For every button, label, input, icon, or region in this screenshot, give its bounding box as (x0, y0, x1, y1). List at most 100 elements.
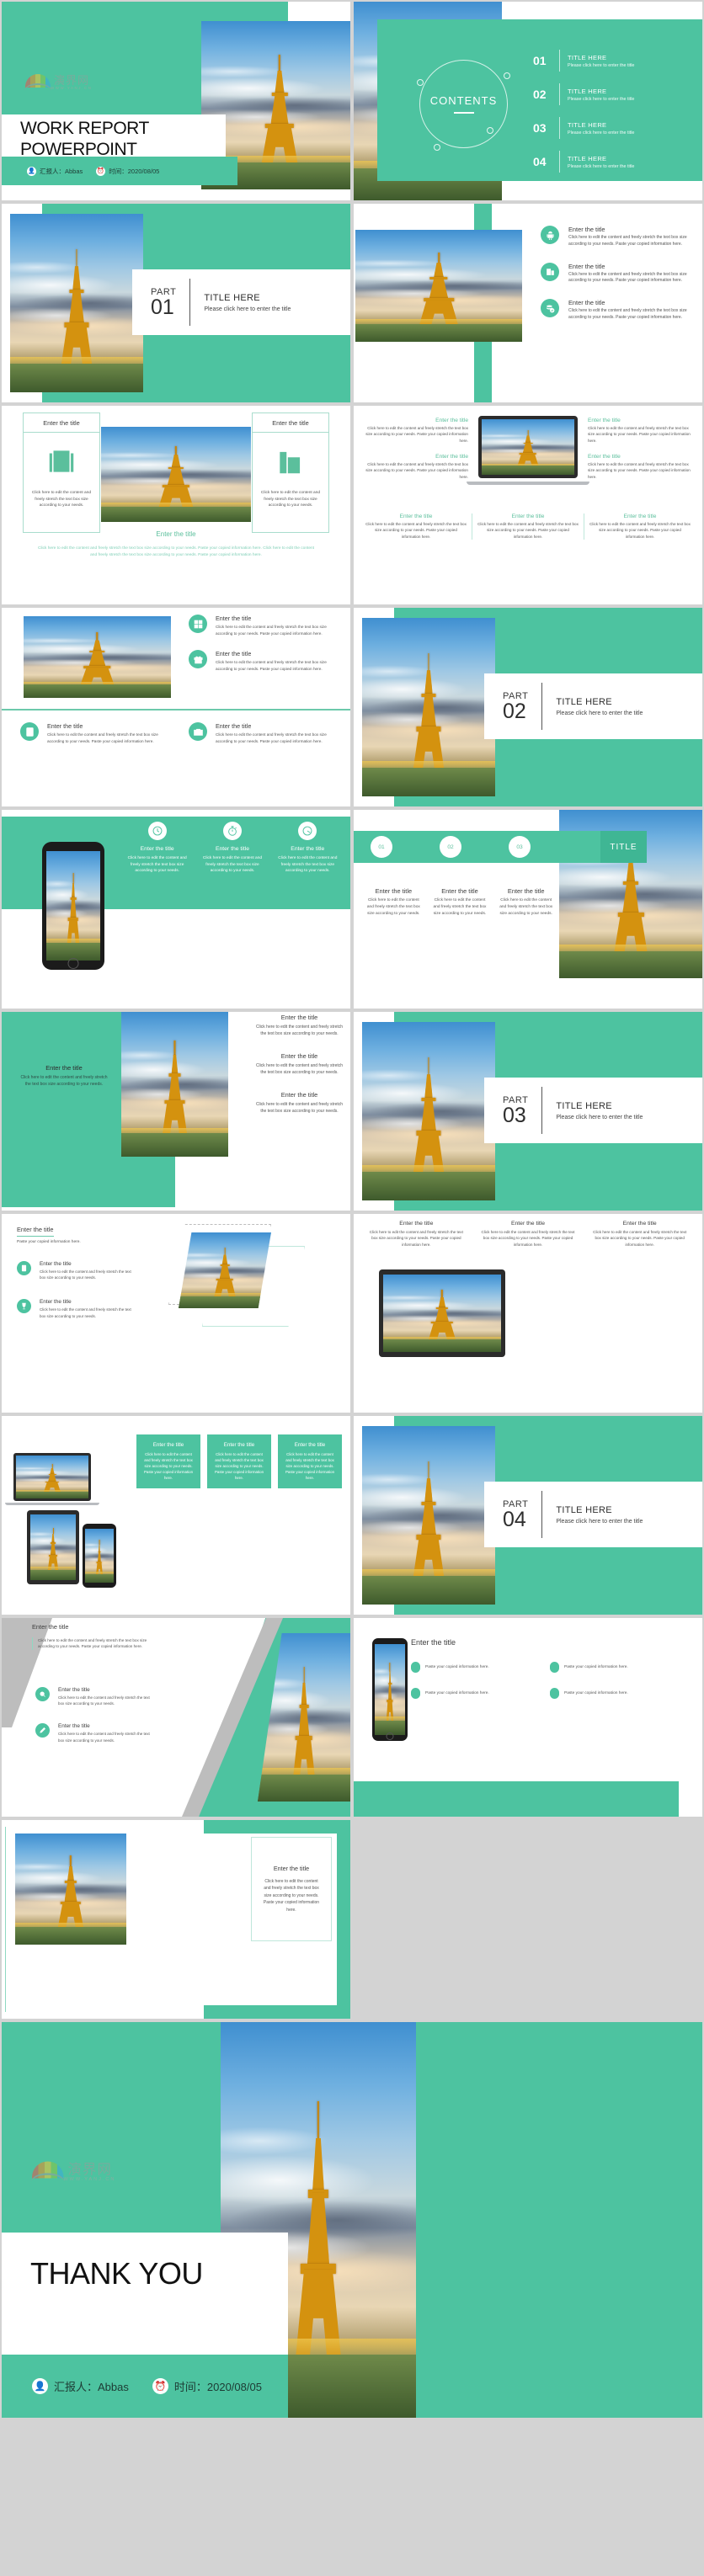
feature-row[interactable]: Enter the title Click here to edit the co… (17, 1299, 135, 1318)
text-block[interactable]: Enter the title Click here to edit the co… (584, 514, 696, 540)
list-item[interactable]: 03 TITLE HERE Please click here to enter… (533, 117, 694, 139)
part-title: TITLE HERE (556, 1504, 612, 1515)
feature-row[interactable]: Enter the title Click here to edit the co… (35, 1687, 153, 1706)
bullet-item[interactable]: Paste your copied information here. (550, 1688, 685, 1699)
slide-deck-preview: 演界网 WWW.YANJ.CN WORK REPORT POWERPOINT 👤 … (0, 0, 704, 2419)
feature-column[interactable]: Enter the title Click here to edit the c… (195, 822, 269, 875)
green-card[interactable]: Enter the title Click here to edit the co… (278, 1434, 342, 1489)
slide-laptop-text-grid[interactable]: Enter the title Click here to edit the co… (354, 406, 702, 604)
feature-column[interactable]: Enter the title Click here to edit the c… (120, 822, 195, 875)
text-block[interactable]: Enter the title Click here to edit the co… (588, 418, 696, 444)
slide-image-three-features[interactable]: Enter the title Click here to edit the c… (354, 204, 702, 402)
slide-phone-bullets[interactable]: Enter the title Paste your copied inform… (354, 1618, 702, 1817)
list-item[interactable]: 02 TITLE HERE Please click here to enter… (533, 83, 694, 105)
step-dot[interactable]: 01 (371, 836, 392, 858)
bullet-item[interactable]: Paste your copied information here. (411, 1688, 547, 1699)
slide-diagonal-image-features[interactable]: Enter the title Click here to edit the c… (2, 1618, 350, 1817)
stopwatch-icon (222, 822, 242, 840)
block-title: Enter the title (435, 418, 468, 423)
block-title: Enter the title (280, 1014, 318, 1021)
logo-url: WWW.YANJ.CN (63, 2176, 116, 2182)
slide-contents[interactable]: CONTENTS 01 TITLE HERE Please click here… (354, 2, 702, 200)
text-block[interactable]: Enter the title Click here to edit the co… (255, 1091, 344, 1115)
feature-row[interactable]: Enter the title Click here to edit the co… (189, 615, 340, 636)
slide-part-04[interactable]: PART 04 TITLE HERE Please click here to … (354, 1416, 702, 1615)
slide-photo-side-card[interactable]: Enter the title Click here to edit the c… (2, 1820, 350, 2019)
feature-card[interactable]: Enter the title Click here to edit the c… (23, 412, 100, 533)
slide-phone-three-columns[interactable]: Enter the title Click here to edit the c… (2, 810, 350, 1009)
slide-devices-green-cards[interactable]: Enter the title Click here to edit the co… (2, 1416, 350, 1615)
slide-two-cards-image[interactable]: Enter the title Click here to edit the c… (2, 406, 350, 604)
slide-part-01[interactable]: PART 01 TITLE HERE Please click here to … (2, 204, 350, 402)
slide-numbered-steps[interactable]: TITLE 01 02 03 Enter the title Click here… (354, 810, 702, 1009)
feature-card[interactable]: Enter the title Click here to edit the c… (252, 412, 329, 533)
text-block[interactable]: Enter the title Click here to edit the co… (255, 1014, 344, 1037)
text-block[interactable]: Enter the title Click here to edit the co… (588, 454, 696, 480)
item-desc: Please click here to enter the title (568, 130, 635, 136)
feature-row[interactable]: Enter the title Click here to edit the co… (189, 650, 340, 672)
text-block[interactable]: Enter the title Click here to edit the co… (472, 1221, 584, 1248)
text-block[interactable]: Enter the title Click here to edit the co… (472, 514, 584, 540)
column-title: Enter the title (215, 846, 250, 852)
text-block[interactable]: Enter the title Click here to edit the co… (360, 418, 468, 444)
phone-mockup (83, 1524, 116, 1588)
list-item[interactable]: 04 TITLE HERE Please click here to enter… (533, 151, 694, 173)
text-block[interactable]: Enter the title Click here to edit the co… (255, 1052, 344, 1076)
feature-row[interactable]: Enter the title Click here to edit the co… (189, 722, 340, 744)
step-column[interactable]: Enter the title Click here to edit the co… (360, 887, 427, 918)
slide-three-columns-tablet[interactable]: Enter the title Click here to edit the co… (354, 1214, 702, 1413)
green-card[interactable]: Enter the title Click here to edit the co… (207, 1434, 271, 1489)
slide-heading: Enter the title Click here to edit the c… (32, 1623, 158, 1650)
block-title: Enter the title (399, 1221, 434, 1227)
clock-icon: ⏰ (96, 166, 106, 176)
brand-logo: 演界网 WWW.YANJ.CN (24, 74, 92, 91)
logo-text: 演界网 (67, 2161, 113, 2178)
slide-image-four-features[interactable]: Enter the title Click here to edit the co… (2, 608, 350, 806)
part-card: PART 01 TITLE HERE Please click here to … (132, 269, 350, 335)
part-number: 02 (503, 699, 526, 723)
left-text-block[interactable]: Enter the title Click here to edit the c… (19, 1064, 109, 1088)
part-number: 03 (503, 1103, 526, 1127)
presenter-meta: 👤 汇报人：Abbas (27, 166, 83, 176)
list-item[interactable]: 01 TITLE HERE Please click here to enter… (533, 50, 694, 72)
green-card[interactable]: Enter the title Click here to edit the co… (136, 1434, 200, 1489)
step-columns: Enter the title Click here to edit the co… (360, 887, 559, 918)
step-column[interactable]: Enter the title Click here to edit the co… (493, 887, 559, 918)
bullet-item[interactable]: Paste your copied information here. (550, 1662, 685, 1673)
feature-row[interactable]: Enter the title Click here to edit the co… (35, 1723, 153, 1743)
feature-row[interactable]: Enter the title Click here to edit the co… (20, 722, 172, 744)
slide-cover[interactable]: 演界网 WWW.YANJ.CN WORK REPORT POWERPOINT 👤 … (2, 2, 350, 200)
step-column[interactable]: Enter the title Click here to edit the co… (427, 887, 493, 918)
side-text-card[interactable]: Enter the title Click here to edit the c… (251, 1837, 332, 1941)
vertical-accent-line (5, 1827, 6, 2012)
cover-info-bar: 👤 汇报人：Abbas ⏰ 时间：2020/08/05 (2, 157, 237, 185)
step-dots: 01 02 03 (371, 836, 531, 858)
slide-thank-you[interactable]: 演界网 WWW.YANJ.CN THANK YOU 👤 汇报人：Abbas ⏰ … (2, 2022, 702, 2418)
feature-row[interactable]: Enter the title Click here to edit the c… (541, 262, 694, 285)
bullet-text: Paste your copied information here. (425, 1665, 489, 1669)
camera-icon (189, 722, 207, 741)
step-dot[interactable]: 02 (440, 836, 461, 858)
feature-row[interactable]: Enter the title Click here to edit the c… (541, 226, 694, 248)
feature-row[interactable]: Enter the title Click here to edit the c… (541, 299, 694, 322)
text-block[interactable]: Enter the title Click here to edit the co… (360, 454, 468, 480)
feature-row[interactable]: Enter the title Click here to edit the co… (17, 1261, 135, 1280)
card-title: Enter the title (152, 1442, 184, 1448)
slide-hexagon-image-features[interactable]: Enter the title Paste your copied inform… (2, 1214, 350, 1413)
slide-part-02[interactable]: PART 02 TITLE HERE Please click here to … (354, 608, 702, 806)
item-title: TITLE HERE (568, 53, 607, 61)
bullet-dot-icon (411, 1688, 420, 1699)
step-dot[interactable]: 03 (509, 836, 531, 858)
thanks-title: THANK YOU (30, 2256, 203, 2291)
slide-green-block-texts[interactable]: Enter the title Click here to edit the c… (2, 1012, 350, 1211)
text-block[interactable]: Enter the title Click here to edit the co… (584, 1221, 696, 1248)
text-block[interactable]: Enter the title Click here to edit the co… (360, 514, 472, 540)
office-building-icon (24, 433, 99, 490)
eiffel-photo (355, 230, 522, 342)
text-block[interactable]: Enter the title Click here to edit the co… (360, 1221, 472, 1248)
slide-part-03[interactable]: PART 03 TITLE HERE Please click here to … (354, 1012, 702, 1211)
bullet-item[interactable]: Paste your copied information here. (411, 1662, 547, 1673)
block-title: Enter the title (280, 1052, 318, 1060)
feature-title: Enter the title (568, 299, 605, 306)
feature-column[interactable]: Enter the title Click here to edit the c… (270, 822, 345, 875)
